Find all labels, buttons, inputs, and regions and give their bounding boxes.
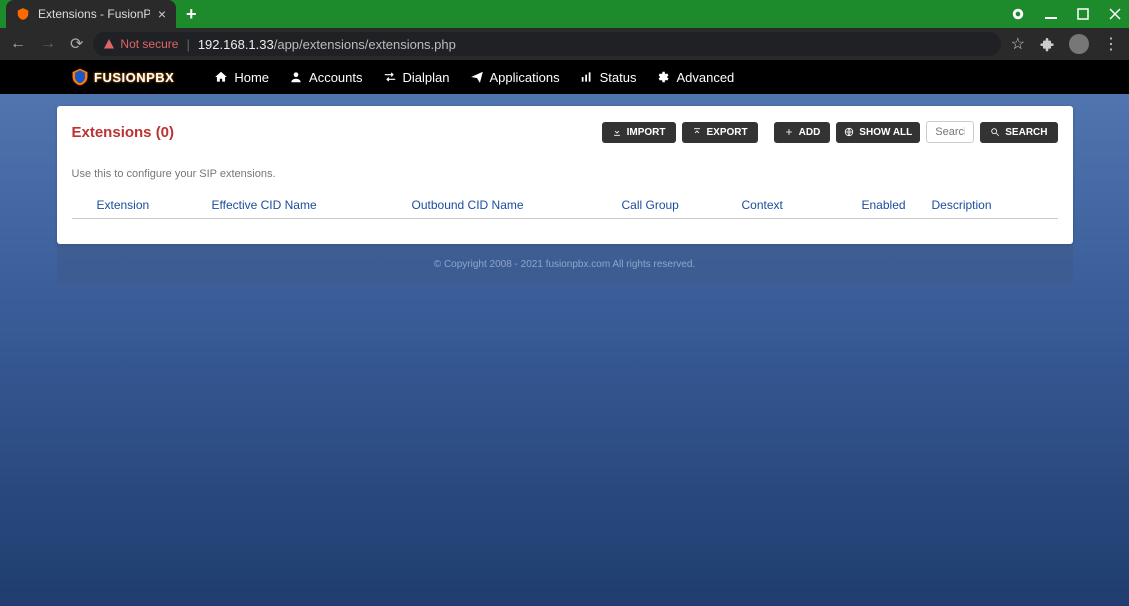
logo-shield-icon <box>70 67 90 87</box>
url-box[interactable]: Not secure | 192.168.1.33/app/extensions… <box>93 32 1000 56</box>
url-text: 192.168.1.33/app/extensions/extensions.p… <box>198 37 456 52</box>
media-indicator-icon[interactable] <box>1011 7 1025 21</box>
btn-label: SHOW ALL <box>859 127 912 138</box>
window-controls <box>1011 7 1121 21</box>
footer-copyright: © Copyright 2008 - 2021 fusionpbx.com Al… <box>57 244 1073 285</box>
app-logo[interactable]: FUSIONPBX <box>70 67 174 87</box>
btn-label: IMPORT <box>627 127 666 138</box>
browser-tab[interactable]: Extensions - FusionPBX × <box>6 0 176 28</box>
page-description: Use this to configure your SIP extension… <box>72 168 1058 180</box>
reload-icon[interactable]: ⟳ <box>70 34 83 54</box>
page-title: Extensions (0) <box>72 124 175 141</box>
show-all-button[interactable]: SHOW ALL <box>836 122 920 143</box>
nav-advanced[interactable]: Advanced <box>656 70 734 85</box>
col-call-group[interactable]: Call Group <box>622 198 742 212</box>
not-secure-indicator[interactable]: Not secure <box>103 37 178 51</box>
btn-label: SEARCH <box>1005 127 1047 138</box>
add-button[interactable]: ADD <box>774 122 831 143</box>
nav-label: Accounts <box>309 70 362 85</box>
nav-label: Dialplan <box>403 70 450 85</box>
tab-favicon <box>16 7 30 21</box>
nav-dialplan[interactable]: Dialplan <box>383 70 450 85</box>
nav-home[interactable]: Home <box>214 70 269 85</box>
panel: Extensions (0) IMPORT EXPORT ADD SHOW AL… <box>57 106 1073 244</box>
col-extension[interactable]: Extension <box>97 198 212 212</box>
col-description[interactable]: Description <box>932 198 992 212</box>
profile-avatar[interactable] <box>1069 34 1089 54</box>
app-navbar: FUSIONPBX Home Accounts Dialplan Applica… <box>0 60 1129 94</box>
window-minimize-icon[interactable] <box>1045 8 1057 20</box>
col-enabled[interactable]: Enabled <box>862 198 932 212</box>
btn-label: ADD <box>799 127 821 138</box>
browser-menu-icon[interactable]: ⋮ <box>1103 34 1119 54</box>
import-button[interactable]: IMPORT <box>602 122 676 143</box>
back-icon[interactable]: ← <box>10 35 26 53</box>
col-context[interactable]: Context <box>742 198 862 212</box>
nav-label: Status <box>600 70 637 85</box>
browser-tabstrip: Extensions - FusionPBX × + <box>0 0 1129 28</box>
window-close-icon[interactable] <box>1109 8 1121 20</box>
forward-icon[interactable]: → <box>40 35 56 53</box>
export-button[interactable]: EXPORT <box>682 122 758 143</box>
nav-arrows: ← → ⟳ <box>10 34 83 54</box>
tab-close-icon[interactable]: × <box>158 7 166 21</box>
col-outbound-cid[interactable]: Outbound CID Name <box>412 198 622 212</box>
window-maximize-icon[interactable] <box>1077 8 1089 20</box>
logo-text: FUSIONPBX <box>94 70 174 85</box>
table-header-row: Extension Effective CID Name Outbound CI… <box>72 198 1058 219</box>
panel-header: Extensions (0) IMPORT EXPORT ADD SHOW AL… <box>72 121 1058 143</box>
nav-accounts[interactable]: Accounts <box>289 70 362 85</box>
tab-title: Extensions - FusionPBX <box>38 7 150 21</box>
page-container: Extensions (0) IMPORT EXPORT ADD SHOW AL… <box>57 106 1073 285</box>
nav-label: Home <box>234 70 269 85</box>
panel-actions: IMPORT EXPORT ADD SHOW ALL SEARCH <box>602 121 1058 143</box>
nav-label: Advanced <box>676 70 734 85</box>
nav-label: Applications <box>490 70 560 85</box>
nav-applications[interactable]: Applications <box>470 70 560 85</box>
btn-label: EXPORT <box>707 127 748 138</box>
bookmark-star-icon[interactable]: ☆ <box>1011 34 1025 54</box>
col-effective-cid[interactable]: Effective CID Name <box>212 198 412 212</box>
search-button[interactable]: SEARCH <box>980 122 1057 143</box>
browser-address-bar: ← → ⟳ Not secure | 192.168.1.33/app/exte… <box>0 28 1129 60</box>
new-tab-button[interactable]: + <box>186 4 197 25</box>
not-secure-label: Not secure <box>120 37 178 51</box>
search-input[interactable] <box>926 121 974 143</box>
extensions-puzzle-icon[interactable] <box>1039 36 1055 52</box>
nav-status[interactable]: Status <box>580 70 637 85</box>
